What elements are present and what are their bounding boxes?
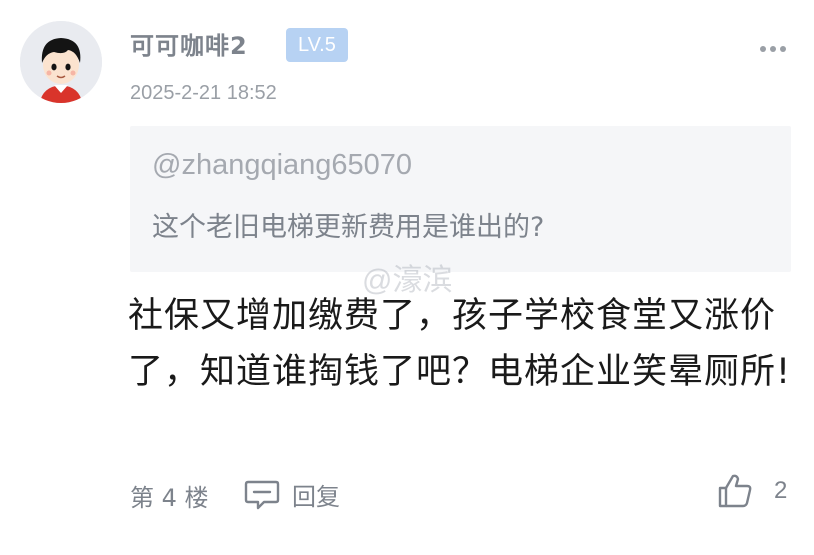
level-badge: LV.5 (286, 28, 348, 62)
comment-bubble-icon (244, 480, 280, 510)
quoted-comment[interactable]: @zhangqiang65070 这个老旧电梯更新费用是谁出的? (130, 126, 791, 272)
timestamp: 2025-2-21 18:52 (130, 82, 277, 104)
quote-author[interactable]: @zhangqiang65070 (152, 149, 412, 182)
cartoon-child-avatar-icon (20, 21, 102, 103)
username[interactable]: 可可咖啡2 (130, 26, 248, 61)
reply-label: 回复 (292, 482, 340, 511)
thumbs-up-icon (718, 474, 752, 508)
reply-button[interactable]: 回复 (244, 476, 340, 512)
comment-body: 社保又增加缴费了，孩子学校食堂又涨价了，知道谁掏钱了吧？电梯企业笑晕厕所! (128, 296, 792, 392)
more-dots-icon[interactable] (758, 40, 788, 52)
like-button[interactable]: 2 (716, 472, 787, 510)
quote-text: 这个老旧电梯更新费用是谁出的? (152, 212, 545, 243)
like-count: 2 (774, 477, 788, 504)
avatar[interactable] (20, 21, 102, 103)
floor-label: 第 4 楼 (130, 484, 209, 512)
